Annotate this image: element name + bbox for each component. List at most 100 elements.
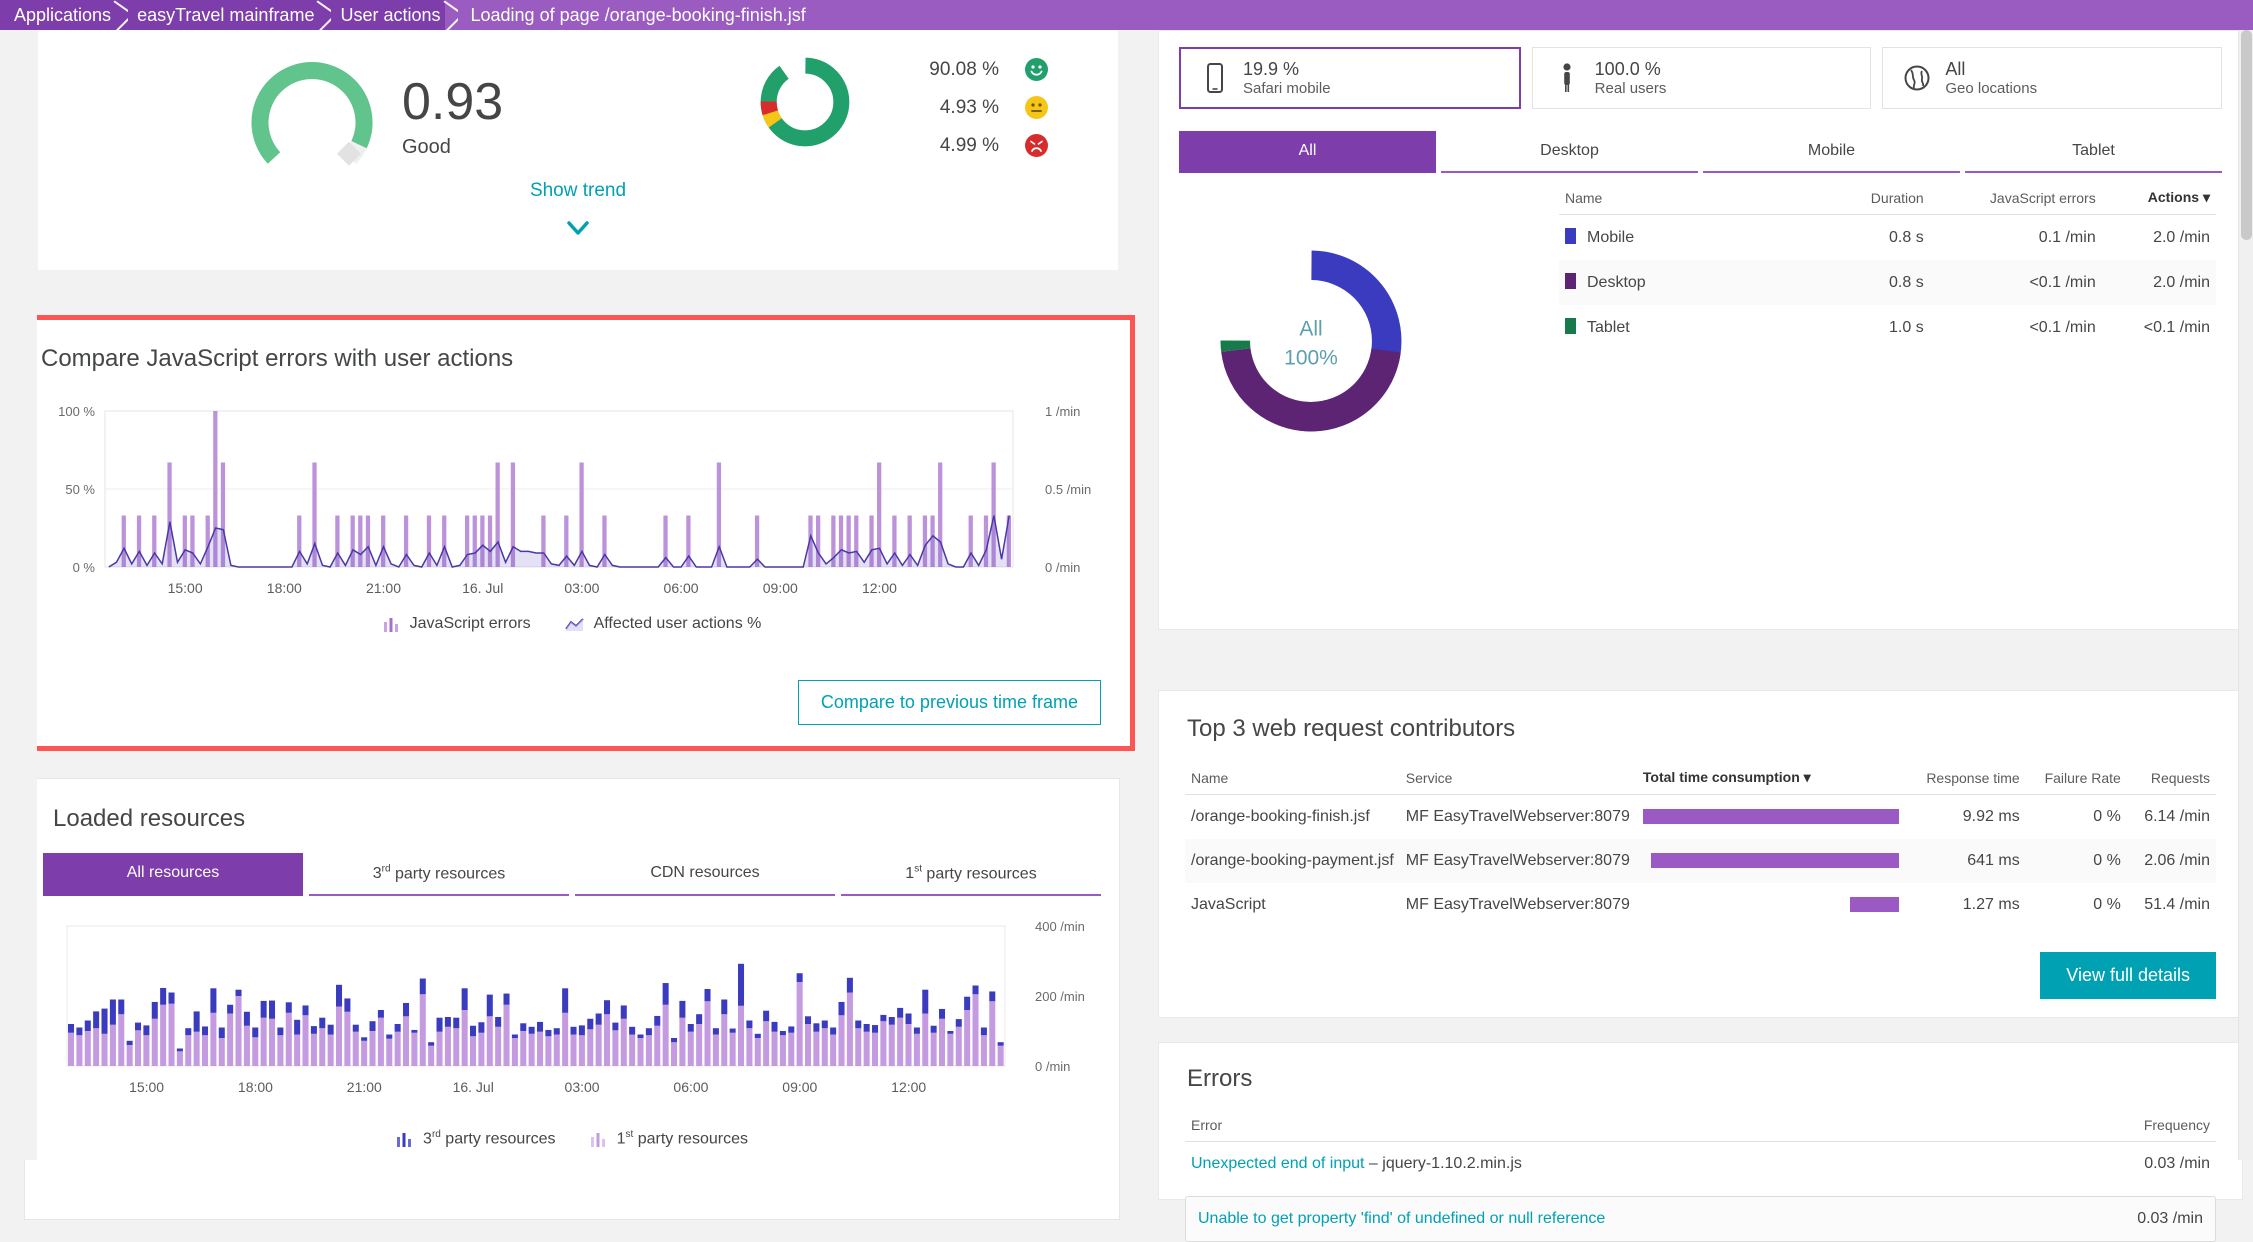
sort-desc-icon: ▾ bbox=[1804, 769, 1811, 785]
tab-tablet[interactable]: Tablet bbox=[1965, 131, 2222, 173]
compare-previous-timeframe-button[interactable]: Compare to previous time frame bbox=[798, 680, 1101, 725]
service-link[interactable]: MF EasyTravelWebserver:8079 bbox=[1400, 883, 1637, 927]
device-name: Tablet bbox=[1587, 319, 1630, 336]
col-total-time-consumption[interactable]: Total time consumption ▾ bbox=[1637, 761, 1905, 795]
contributors-header-row: Name Service Total time consumption ▾ Re… bbox=[1185, 761, 2216, 795]
tab-cdn-resources[interactable]: CDN resources bbox=[575, 853, 835, 896]
apdex-value: 0.93 bbox=[402, 76, 503, 128]
device-name-cell: Desktop bbox=[1559, 260, 1835, 305]
request-name-link[interactable]: JavaScript bbox=[1185, 883, 1400, 927]
svg-text:03:00: 03:00 bbox=[565, 1079, 600, 1095]
col-frequency[interactable]: Frequency bbox=[2025, 1109, 2216, 1142]
show-trend-toggle[interactable]: Show trend bbox=[38, 180, 1118, 242]
stat-box-real-users[interactable]: 100.0 % Real users bbox=[1532, 47, 1872, 109]
col-requests[interactable]: Requests bbox=[2127, 761, 2216, 795]
tab-all[interactable]: All bbox=[1179, 131, 1436, 173]
svg-text:15:00: 15:00 bbox=[129, 1079, 164, 1095]
breadcrumb-label: Loading of page /orange-booking-finish.j… bbox=[471, 5, 806, 26]
requests-cell: 51.4 /min bbox=[2127, 883, 2216, 927]
scrollbar-thumb[interactable] bbox=[2241, 30, 2252, 240]
device-table-header-row: Name Duration JavaScript errors Actions … bbox=[1559, 181, 2216, 215]
service-link[interactable]: MF EasyTravelWebserver:8079 bbox=[1400, 795, 1637, 840]
svg-text:12:00: 12:00 bbox=[891, 1079, 926, 1095]
col-actions[interactable]: Actions ▾ bbox=[2102, 181, 2216, 215]
loaded-resources-card: Loaded resources All resources 3rd party… bbox=[24, 778, 1120, 1220]
service-link[interactable]: MF EasyTravelWebserver:8079 bbox=[1400, 839, 1637, 883]
js-errors-chart-legend: JavaScript errors Affected user actions … bbox=[13, 615, 1131, 633]
view-full-details-button[interactable]: View full details bbox=[2040, 952, 2216, 999]
legend-item-affected-user-actions[interactable]: Affected user actions % bbox=[565, 615, 762, 633]
svg-text:0.5 /min: 0.5 /min bbox=[1045, 482, 1091, 497]
stat-text: 100.0 % Real users bbox=[1595, 59, 1667, 98]
stat-box-safari-mobile[interactable]: 19.9 % Safari mobile bbox=[1179, 47, 1521, 109]
tab-label: Tablet bbox=[2072, 142, 2115, 159]
error-link[interactable]: Unable to get property 'find' of undefin… bbox=[1198, 1210, 1605, 1227]
happy-face-icon bbox=[1025, 58, 1048, 81]
breadcrumb-item-easytravel-mainframe[interactable]: easyTravel mainframe bbox=[115, 0, 318, 30]
col-name[interactable]: Name bbox=[1559, 181, 1835, 215]
col-name[interactable]: Name bbox=[1185, 761, 1400, 795]
col-error[interactable]: Error bbox=[1185, 1109, 2025, 1142]
chevron-down-icon[interactable] bbox=[564, 214, 592, 242]
table-row[interactable]: Desktop 0.8 s <0.1 /min 2.0 /min bbox=[1559, 260, 2216, 305]
table-row[interactable]: JavaScript MF EasyTravelWebserver:8079 1… bbox=[1185, 883, 2216, 927]
breadcrumb-item-user-actions[interactable]: User actions bbox=[318, 0, 444, 30]
device-table-wrap: Name Duration JavaScript errors Actions … bbox=[1559, 181, 2216, 350]
stat-text: All Geo locations bbox=[1945, 59, 2037, 98]
tab-mobile[interactable]: Mobile bbox=[1703, 131, 1960, 173]
bar-chart-icon bbox=[383, 616, 401, 632]
tab-1st-party-resources[interactable]: 1st party resources bbox=[841, 853, 1101, 896]
tab-3rd-party-resources[interactable]: 3rd party resources bbox=[309, 853, 569, 896]
legend-label: Affected user actions % bbox=[594, 615, 762, 633]
table-row[interactable]: Tablet 1.0 s <0.1 /min <0.1 /min bbox=[1559, 305, 2216, 350]
globe-icon bbox=[1899, 63, 1935, 93]
tab-label: Desktop bbox=[1540, 142, 1599, 159]
breadcrumb-item-applications[interactable]: Applications bbox=[0, 0, 115, 30]
actions-cell: <0.1 /min bbox=[2102, 305, 2216, 350]
col-response-time[interactable]: Response time bbox=[1905, 761, 2026, 795]
errors-highlighted-row[interactable]: Unable to get property 'find' of undefin… bbox=[1185, 1196, 2216, 1242]
total-time-bar-cell bbox=[1637, 839, 1905, 883]
table-row[interactable]: Unexpected end of input – jquery-1.10.2.… bbox=[1185, 1142, 2216, 1187]
apdex-gauge bbox=[248, 48, 376, 176]
breadcrumb-item-current-page[interactable]: Loading of page /orange-booking-finish.j… bbox=[445, 0, 2253, 30]
table-row[interactable]: /orange-booking-payment.jsf MF EasyTrave… bbox=[1185, 839, 2216, 883]
satisfaction-donut bbox=[757, 54, 853, 155]
top-contributors-card: Top 3 web request contributors Name Serv… bbox=[1158, 690, 2243, 1018]
donut-center-value: 100% bbox=[1211, 346, 1411, 370]
stat-box-geo-locations[interactable]: All Geo locations bbox=[1882, 47, 2222, 109]
tab-label: All bbox=[1299, 142, 1317, 159]
svg-text:400 /min: 400 /min bbox=[1035, 919, 1085, 934]
svg-text:06:00: 06:00 bbox=[664, 580, 699, 596]
legend-item-3rd-party-resources[interactable]: 3rd party resources bbox=[396, 1129, 556, 1148]
apdex-rating: Good bbox=[402, 136, 503, 159]
request-name-link[interactable]: /orange-booking-payment.jsf bbox=[1185, 839, 1400, 883]
apdex-gauge-arc bbox=[248, 48, 376, 176]
total-time-bar bbox=[1850, 897, 1899, 912]
svg-text:12:00: 12:00 bbox=[862, 580, 897, 596]
table-row[interactable]: Unable to get property 'find' of undefin… bbox=[1186, 1197, 2215, 1241]
legend-item-javascript-errors[interactable]: JavaScript errors bbox=[383, 615, 531, 633]
errors-table: Error Frequency Unexpected end of input … bbox=[1185, 1109, 2216, 1186]
response-time-cell: 9.92 ms bbox=[1905, 795, 2026, 840]
col-service[interactable]: Service bbox=[1400, 761, 1637, 795]
neutral-face-icon bbox=[1025, 96, 1048, 119]
page-scrollbar[interactable] bbox=[2238, 30, 2253, 1160]
show-trend-label[interactable]: Show trend bbox=[530, 180, 626, 201]
error-cell: Unexpected end of input – jquery-1.10.2.… bbox=[1185, 1142, 2025, 1187]
table-row[interactable]: Mobile 0.8 s 0.1 /min 2.0 /min bbox=[1559, 215, 2216, 261]
tab-desktop[interactable]: Desktop bbox=[1441, 131, 1698, 173]
request-name-link[interactable]: /orange-booking-finish.jsf bbox=[1185, 795, 1400, 840]
tab-all-resources[interactable]: All resources bbox=[43, 853, 303, 896]
errors-card: Errors Error Frequency Unexpected end of… bbox=[1158, 1042, 2243, 1200]
col-failure-rate[interactable]: Failure Rate bbox=[2026, 761, 2127, 795]
legend-item-1st-party-resources[interactable]: 1st party resources bbox=[590, 1129, 748, 1148]
error-link[interactable]: Unexpected end of input bbox=[1191, 1155, 1364, 1172]
col-javascript-errors[interactable]: JavaScript errors bbox=[1930, 181, 2102, 215]
svg-text:16. Jul: 16. Jul bbox=[453, 1079, 494, 1095]
loaded-resources-legend: 3rd party resources 1st party resources bbox=[25, 1129, 1119, 1148]
stat-value: 19.9 % bbox=[1243, 59, 1299, 79]
stat-label: Real users bbox=[1595, 80, 1667, 97]
col-duration[interactable]: Duration bbox=[1835, 181, 1930, 215]
table-row[interactable]: /orange-booking-finish.jsf MF EasyTravel… bbox=[1185, 795, 2216, 840]
